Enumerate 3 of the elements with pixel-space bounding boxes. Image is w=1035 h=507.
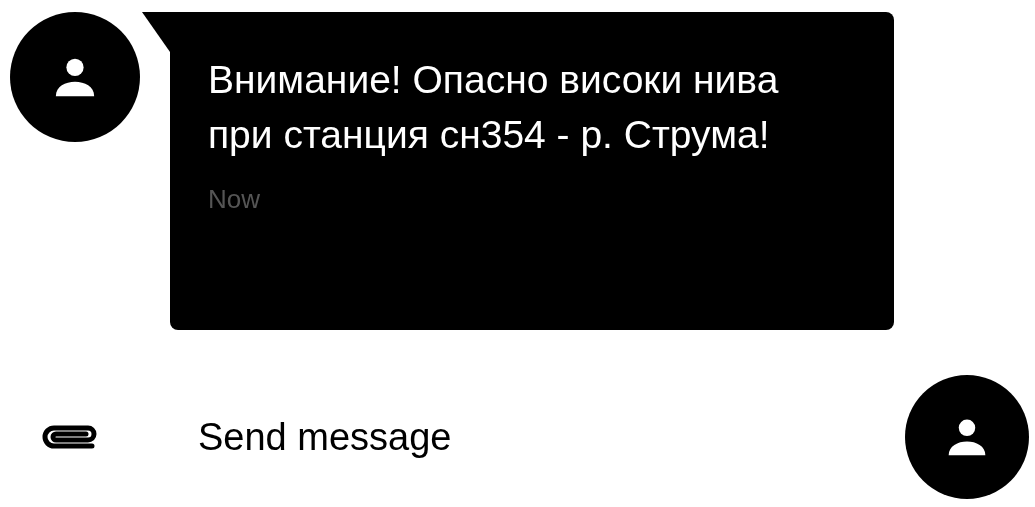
message-text: Внимание! Опасно високи нива при станция сн354 - р. Струма! bbox=[208, 57, 780, 158]
message-input-field[interactable]: Send message bbox=[198, 415, 798, 459]
message-time: Now bbox=[208, 184, 260, 215]
